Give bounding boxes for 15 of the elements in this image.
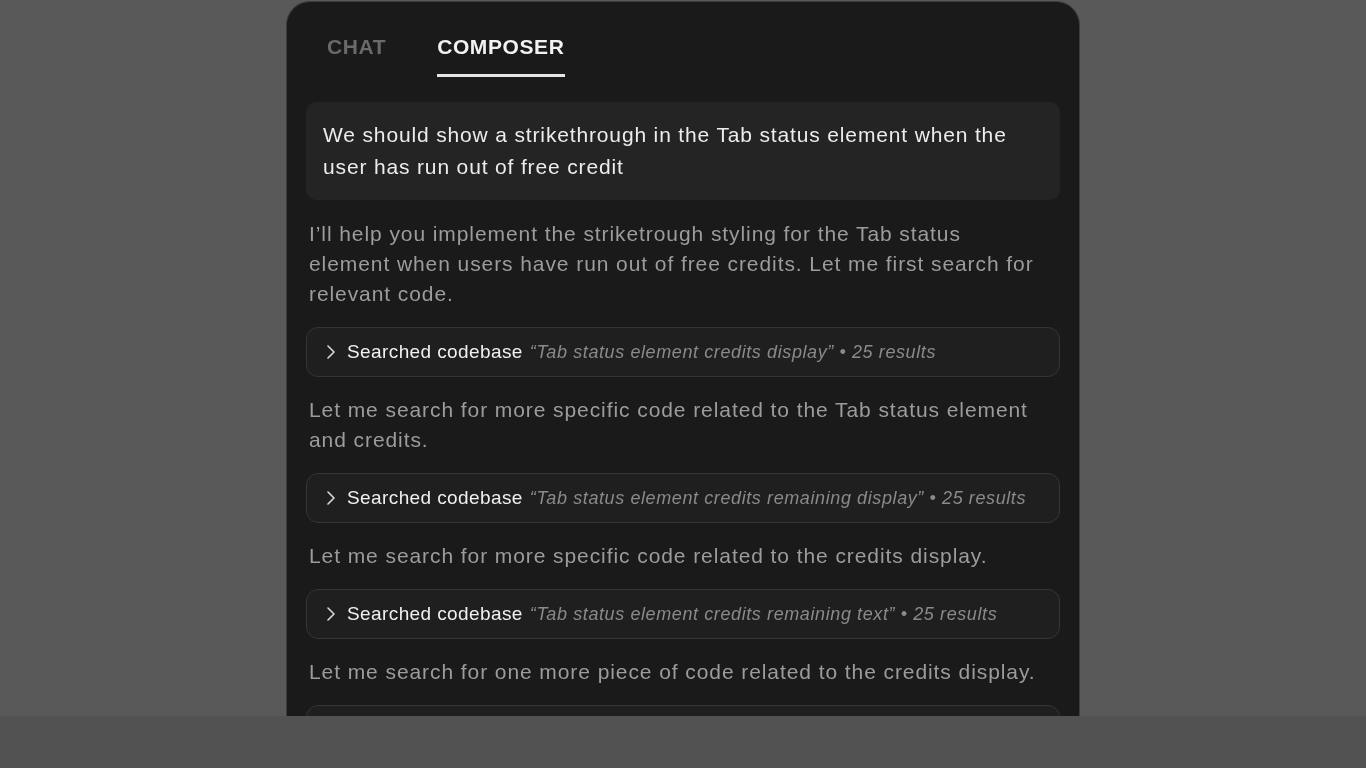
search-label: Searched codebase [347,339,523,364]
search-detail: “Tab status element credits remaining display” • 25 results [529,486,1027,510]
search-result-row[interactable]: Searched codebase “Tab status element credits display” • 25 results [306,327,1060,377]
tab[interactable]: COMPOSER [437,33,565,77]
assistant-message: Let me search for more specific code related to the Tab status element and credits. [308,397,1029,453]
search-result-row[interactable]: Searched codebase “Tab status element credits remaining display” • 25 results [306,473,1060,523]
search-label: Searched codebase [347,485,523,510]
search-detail: “Tab status element credits display” • 25 results [529,340,937,364]
assistant-message: I’ll help you implement the striketrough styling for the Tab status element when users have run out of free credits. Let me first search for relevant code. [308,221,1035,307]
search-result-row[interactable]: Searched codebase “Tab status element credits remaining text” • 25 results [306,589,1060,639]
user-message: We should show a strikethrough in the Tab status element when the user has run out of free credit [306,102,1060,200]
assistant-message: Let me search for one more piece of code related to the credits display. [308,659,1037,685]
search-detail: “Tab status element credits remaining text” • 25 results [529,602,998,626]
assistant-message: Let me search for more specific code related to the credits display. [308,543,989,569]
search-label: Searched codebase [347,601,523,626]
